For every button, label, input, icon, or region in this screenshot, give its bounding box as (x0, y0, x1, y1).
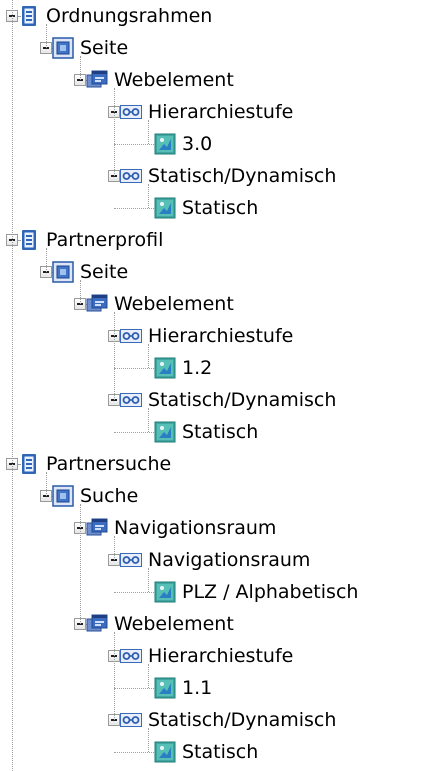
tree-node-label[interactable]: Statisch (180, 195, 260, 221)
tree-node-label[interactable]: Suche (78, 483, 140, 509)
value-icon (154, 677, 176, 699)
tree-node[interactable]: 3.0 (0, 128, 438, 160)
attribute-icon (120, 389, 142, 411)
tree-node-label[interactable]: Statisch/Dynamisch (146, 163, 338, 189)
tree-node[interactable]: Navigationsraum (0, 512, 438, 544)
tree-node-label[interactable]: Navigationsraum (146, 547, 312, 573)
tree-node[interactable]: Partnerprofil (0, 224, 438, 256)
tree-node[interactable]: Ordnungsrahmen (0, 0, 438, 32)
value-icon (154, 741, 176, 763)
tree-node-label[interactable]: Statisch (180, 739, 260, 765)
tree-connector-vertical (12, 0, 13, 771)
page-icon (52, 37, 74, 59)
tree-connector-vertical (80, 504, 81, 624)
tree-connector-vertical (148, 568, 149, 592)
value-icon (154, 133, 176, 155)
value-icon (154, 581, 176, 603)
tree-connector-vertical (114, 536, 115, 560)
tree-node-label[interactable]: Seite (78, 259, 130, 285)
page-icon (52, 261, 74, 283)
attribute-icon (120, 645, 142, 667)
tree-connector-vertical (148, 728, 149, 752)
tree-node[interactable]: Statisch (0, 416, 438, 448)
tree-node-label[interactable]: Webelement (112, 611, 236, 637)
tree-node[interactable]: Statisch (0, 192, 438, 224)
tree-connector-vertical (114, 88, 115, 176)
tree-node-label[interactable]: 1.2 (180, 355, 214, 381)
tree-node[interactable]: PLZ / Alphabetisch (0, 576, 438, 608)
tree-node[interactable]: Webelement (0, 608, 438, 640)
tree-connector-vertical (114, 312, 115, 400)
attribute-icon (120, 709, 142, 731)
tree-node[interactable]: Statisch/Dynamisch (0, 384, 438, 416)
tree-connector-vertical (80, 280, 81, 304)
tree-node[interactable]: Hierarchiestufe (0, 96, 438, 128)
tree-connector-vertical (148, 664, 149, 688)
tree-node[interactable]: Seite (0, 256, 438, 288)
tree-node-label[interactable]: Webelement (112, 291, 236, 317)
tree-node[interactable]: 1.2 (0, 352, 438, 384)
web-element-icon (86, 613, 108, 635)
tree-node[interactable]: Webelement (0, 64, 438, 96)
tree-connector-vertical (46, 24, 47, 48)
tree-node-label[interactable]: Partnerprofil (44, 227, 165, 253)
attribute-icon (120, 549, 142, 571)
tree-node-label[interactable]: Ordnungsrahmen (44, 3, 214, 29)
tree-node[interactable]: Navigationsraum (0, 544, 438, 576)
tree-node[interactable]: Webelement (0, 288, 438, 320)
tree-connector-vertical (80, 56, 81, 80)
tree-node[interactable]: Seite (0, 32, 438, 64)
document-icon (18, 229, 40, 251)
tree-node-label[interactable]: 3.0 (180, 131, 214, 157)
tree-connector-vertical (148, 120, 149, 144)
page-icon (52, 485, 74, 507)
tree-connector-vertical (148, 408, 149, 432)
tree-node-label[interactable]: Statisch/Dynamisch (146, 387, 338, 413)
tree-node[interactable]: Statisch/Dynamisch (0, 160, 438, 192)
tree-node-label[interactable]: Hierarchiestufe (146, 323, 295, 349)
tree-node-label[interactable]: Partnersuche (44, 451, 173, 477)
tree-node-label[interactable]: Webelement (112, 67, 236, 93)
tree-node-label[interactable]: Statisch/Dynamisch (146, 707, 338, 733)
tree-node-label[interactable]: Statisch (180, 419, 260, 445)
tree-node[interactable]: 1.1 (0, 672, 438, 704)
tree-node-label[interactable]: Hierarchiestufe (146, 643, 295, 669)
attribute-icon (120, 165, 142, 187)
tree-node[interactable]: Statisch (0, 736, 438, 768)
document-icon (18, 5, 40, 27)
web-element-icon (86, 293, 108, 315)
tree-node-label[interactable]: 1.1 (180, 675, 214, 701)
web-element-icon (86, 69, 108, 91)
tree-node[interactable]: Hierarchiestufe (0, 320, 438, 352)
tree-node[interactable]: Partnersuche (0, 448, 438, 480)
web-element-icon (86, 517, 108, 539)
value-icon (154, 197, 176, 219)
tree-connector-vertical (148, 184, 149, 208)
attribute-icon (120, 101, 142, 123)
tree-connector-vertical (46, 472, 47, 496)
tree-node-label[interactable]: PLZ / Alphabetisch (180, 579, 360, 605)
document-icon (18, 453, 40, 475)
tree-connector-vertical (114, 632, 115, 720)
tree-node[interactable]: Statisch/Dynamisch (0, 704, 438, 736)
tree-connector-vertical (148, 344, 149, 368)
tree-node[interactable]: Suche (0, 480, 438, 512)
value-icon (154, 421, 176, 443)
tree-node-label[interactable]: Hierarchiestufe (146, 99, 295, 125)
tree-node-label[interactable]: Navigationsraum (112, 515, 278, 541)
attribute-icon (120, 325, 142, 347)
tree-view: Ordnungsrahmen Seite Webelement Hierarchies… (0, 0, 438, 771)
tree-node-label[interactable]: Seite (78, 35, 130, 61)
tree-connector-vertical (46, 248, 47, 272)
tree-node[interactable]: Hierarchiestufe (0, 640, 438, 672)
value-icon (154, 357, 176, 379)
